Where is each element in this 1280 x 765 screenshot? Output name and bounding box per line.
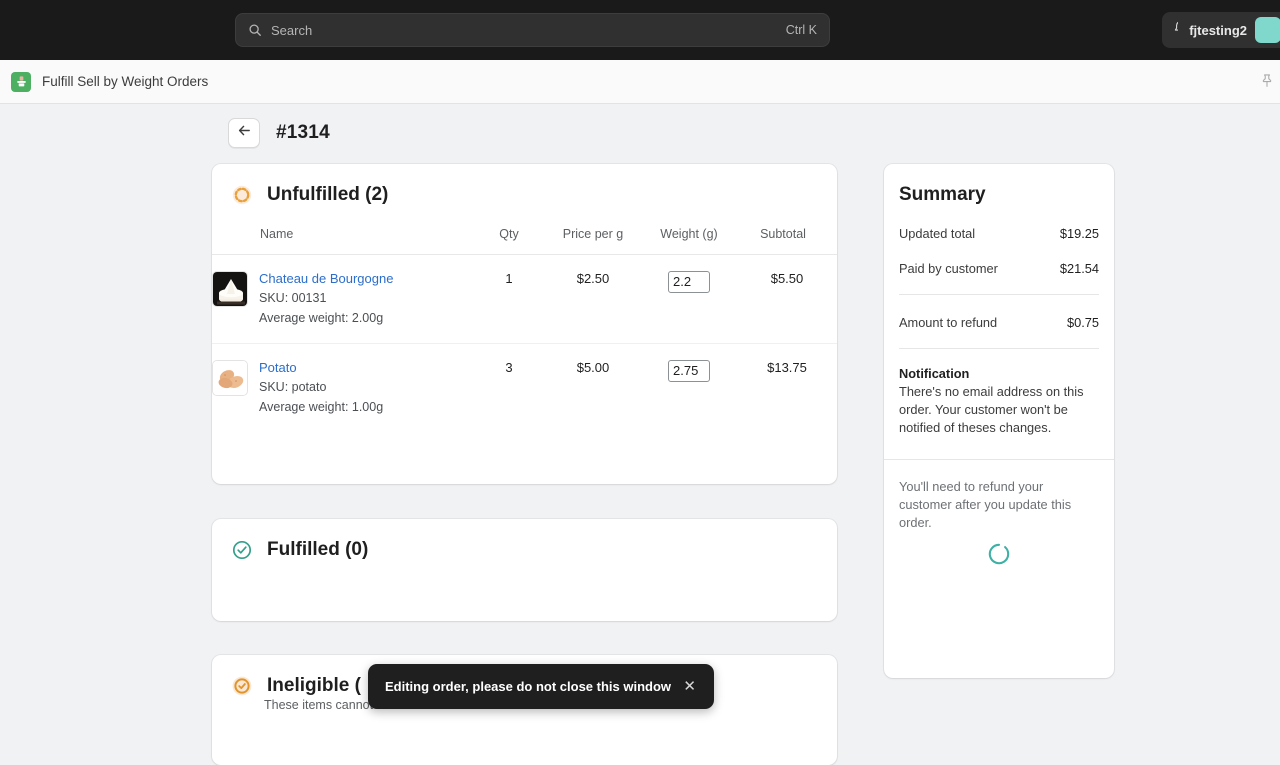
unfulfilled-items-table: Name Qty Price per g Weight (g) Subtotal [212, 227, 837, 432]
cell-price: $2.50 [545, 254, 641, 344]
user-name-label: fjtesting2 [1189, 22, 1247, 38]
page-title: #1314 [276, 122, 330, 143]
column-header-name: Name [212, 227, 473, 255]
column-header-weight: Weight (g) [641, 227, 737, 255]
loading-spinner-icon [987, 542, 1011, 566]
product-cell: Chateau de Bourgogne SKU: 00131 Average … [212, 271, 473, 327]
product-average-weight: Average weight: 1.00g [259, 400, 384, 414]
notification-title: Notification [899, 366, 970, 381]
cell-qty: 3 [505, 360, 513, 375]
global-topbar: Search Ctrl K fjtesting2 [0, 0, 1280, 60]
summary-value: $21.54 [1059, 261, 1099, 276]
notification-text: There's no email address on this order. … [899, 384, 1084, 435]
back-button[interactable] [228, 118, 260, 148]
weight-input[interactable]: 2.2 [668, 271, 710, 293]
toast-notification: Editing order, please do not close this … [368, 664, 714, 709]
search-shortcut-hint: Ctrl K [785, 23, 817, 37]
summary-label: Updated total [899, 226, 976, 241]
summary-row-updated-total: Updated total $19.25 [899, 226, 1099, 241]
unfulfilled-header: Unfulfilled (2) [212, 164, 837, 206]
cell-subtotal: $5.50 [737, 254, 837, 344]
ineligible-title: Ineligible ( [267, 675, 361, 696]
search-placeholder: Search [271, 22, 313, 38]
summary-title: Summary [899, 184, 986, 205]
check-circle-green-icon [231, 539, 253, 561]
page-content: #1314 Unfulfilled (2) Name Qty Price per… [0, 104, 1280, 765]
column-header-subtotal: Subtotal [737, 227, 837, 255]
divider [899, 294, 1099, 295]
page-header: #1314 [228, 118, 330, 148]
search-icon [248, 23, 262, 37]
product-average-weight: Average weight: 2.00g [259, 311, 384, 325]
product-sku: SKU: 00131 [259, 291, 327, 305]
table-header-row: Name Qty Price per g Weight (g) Subtotal [212, 227, 837, 255]
summary-value: $0.75 [1066, 315, 1099, 330]
summary-label: Paid by customer [899, 261, 998, 276]
summary-card: Summary Updated total $19.25 Paid by cus… [884, 164, 1114, 678]
table-row: Potato SKU: potato Average weight: 1.00g… [212, 344, 837, 433]
app-titlebar: Fulfill Sell by Weight Orders [0, 60, 1280, 104]
avatar [1255, 17, 1280, 43]
product-cell: Potato SKU: potato Average weight: 1.00g [212, 360, 473, 416]
loading-area [884, 542, 1114, 566]
pushpin-icon[interactable] [1259, 73, 1275, 94]
product-sku: SKU: potato [259, 380, 327, 394]
product-name-link[interactable]: Potato [259, 360, 383, 376]
close-icon[interactable]: ✕ [680, 677, 699, 696]
fulfilled-header: Fulfilled (0) [212, 519, 837, 561]
product-name-link[interactable]: Chateau de Bourgogne [259, 271, 393, 287]
summary-value: $19.25 [1059, 226, 1099, 241]
incomplete-circle-icon [231, 184, 253, 206]
divider [899, 348, 1099, 349]
fulfilled-card: Fulfilled (0) [212, 519, 837, 621]
search-input[interactable]: Search Ctrl K [235, 13, 830, 47]
cell-price: $5.00 [576, 360, 610, 375]
weight-input[interactable]: 2.75 [668, 360, 710, 382]
cell-subtotal: $13.75 [767, 360, 807, 375]
toast-message: Editing order, please do not close this … [385, 679, 672, 694]
refund-note: You'll need to refund your customer afte… [899, 479, 1072, 530]
scale-icon [11, 71, 31, 92]
unfulfilled-card: Unfulfilled (2) Name Qty Price per g Wei… [212, 164, 837, 484]
summary-row-amount-to-refund: Amount to refund $0.75 [899, 315, 1099, 330]
user-menu-button[interactable]: fjtesting2 [1178, 12, 1280, 48]
check-circle-orange-icon [231, 675, 253, 697]
summary-row-paid-by-customer: Paid by customer $21.54 [899, 261, 1099, 276]
summary-label: Amount to refund [899, 315, 998, 330]
fulfilled-title: Fulfilled (0) [267, 539, 369, 560]
column-header-price: Price per g [545, 227, 641, 255]
potato-image [212, 360, 248, 396]
summary-body: Updated total $19.25 Paid by customer $2… [884, 226, 1114, 437]
unfulfilled-title: Unfulfilled (2) [267, 184, 389, 205]
table-row: Chateau de Bourgogne SKU: 00131 Average … [212, 254, 837, 344]
column-header-qty: Qty [473, 227, 545, 255]
cheese-wheel-image [212, 271, 248, 307]
arrow-left-icon [237, 123, 252, 143]
app-title: Fulfill Sell by Weight Orders [42, 74, 209, 89]
cell-qty: 1 [473, 254, 545, 344]
